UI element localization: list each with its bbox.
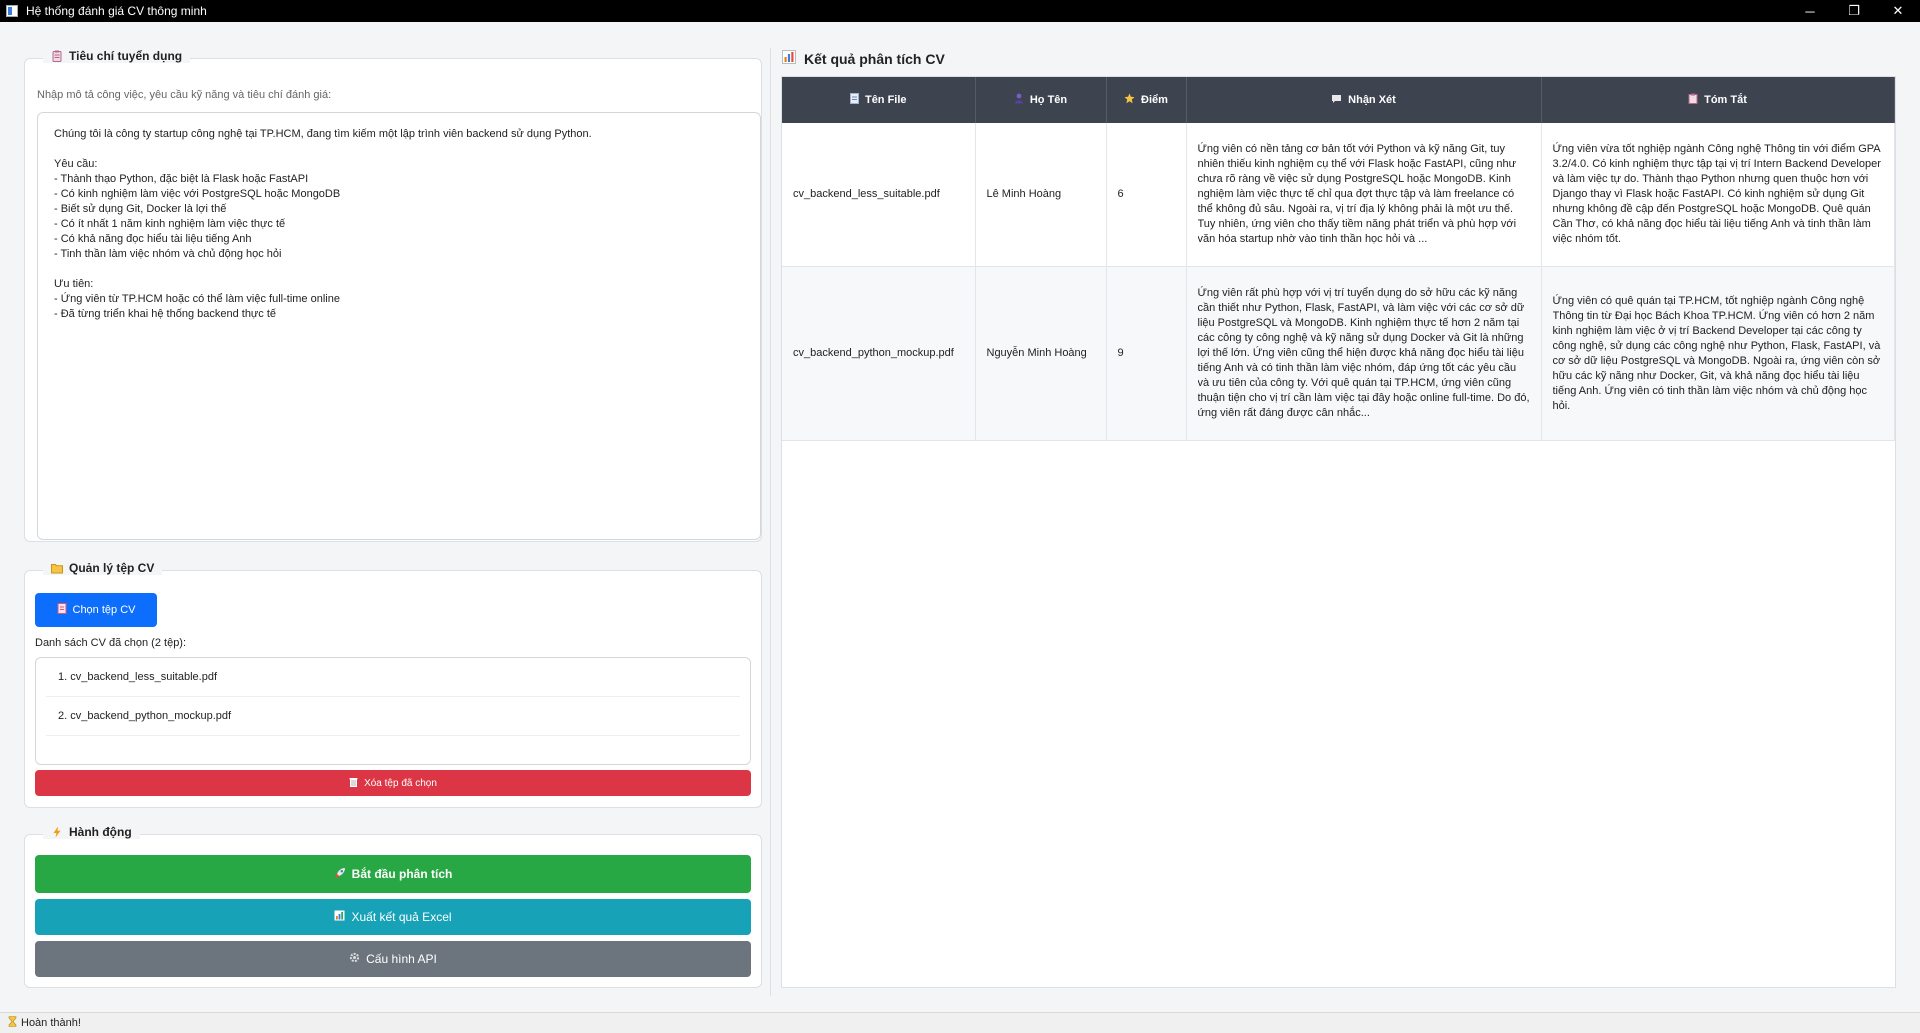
cell-name: Nguyễn Minh Hoàng	[975, 266, 1107, 441]
criteria-hint: Nhập mô tả công việc, yêu cầu kỹ năng và…	[37, 89, 332, 101]
document-icon	[849, 93, 859, 107]
results-title: Kết quả phân tích CV	[782, 50, 945, 67]
trash-icon	[349, 777, 358, 790]
column-header-name[interactable]: Họ Tên	[975, 77, 1107, 123]
file-list-label: Danh sách CV đã chọn (2 tệp):	[35, 637, 187, 649]
comment-text: Ứng viên có nền tảng cơ bản tốt với Pyth…	[1197, 143, 1517, 245]
column-header-label: Họ Tên	[1029, 94, 1068, 106]
column-header-label: Tên File	[864, 94, 907, 106]
panel-divider[interactable]	[770, 48, 771, 996]
star-icon	[1124, 93, 1135, 107]
column-header-comment[interactable]: Nhận Xét	[1186, 77, 1542, 123]
cell-summary: Ứng viên vừa tốt nghiệp ngành Công nghệ …	[1541, 123, 1895, 267]
spreadsheet-icon	[334, 910, 345, 924]
hourglass-icon	[8, 1016, 17, 1030]
criteria-textarea[interactable]: Chúng tôi là công ty startup công nghệ t…	[37, 112, 761, 540]
files-title-label: Quản lý tệp CV	[69, 561, 155, 575]
files-group-title: Quản lý tệp CV	[43, 561, 163, 575]
cell-score: 6	[1106, 123, 1187, 267]
results-table-panel[interactable]: Tên File Họ Tên Điểm Nhận Xét Tóm Tắt cv…	[781, 76, 1896, 988]
cell-file: cv_backend_python_mockup.pdf	[782, 266, 976, 441]
cell-comment: Ứng viên rất phù hợp với vị trí tuyển dụ…	[1186, 266, 1542, 441]
column-header-score[interactable]: Điểm	[1106, 77, 1187, 123]
speech-bubble-icon	[1331, 94, 1342, 107]
export-excel-label: Xuất kết quả Excel	[351, 910, 452, 924]
rocket-icon	[334, 867, 346, 882]
summary-text: Ứng viên có quê quán tại TP.HCM, tốt ngh…	[1552, 294, 1881, 412]
summary-text: Ứng viên vừa tốt nghiệp ngành Công nghệ …	[1552, 143, 1881, 245]
choose-cv-button[interactable]: Chọn tệp CV	[35, 593, 157, 627]
column-header-label: Nhận Xét	[1348, 94, 1396, 106]
clipboard-icon	[1688, 93, 1698, 107]
app-window-icon	[6, 5, 18, 17]
cell-file: cv_backend_less_suitable.pdf	[782, 123, 976, 267]
clipboard-icon	[51, 50, 63, 62]
start-analysis-button[interactable]: Bắt đầu phân tích	[35, 855, 751, 893]
choose-cv-label: Chọn tệp CV	[72, 604, 136, 616]
export-excel-button[interactable]: Xuất kết quả Excel	[35, 899, 751, 935]
api-config-button[interactable]: Cấu hình API	[35, 941, 751, 977]
cell-comment: Ứng viên có nền tảng cơ bản tốt với Pyth…	[1186, 123, 1542, 267]
criteria-group: Tiêu chí tuyển dụng Nhập mô tả công việc…	[24, 49, 762, 542]
cell-name: Lê Minh Hoàng	[975, 123, 1107, 267]
table-row[interactable]: cv_backend_python_mockup.pdf Nguyễn Minh…	[782, 266, 1895, 441]
bar-chart-icon	[782, 50, 796, 67]
column-header-summary[interactable]: Tóm Tắt	[1541, 77, 1895, 123]
minimize-button[interactable]: ─	[1788, 0, 1832, 22]
close-button[interactable]: ✕	[1876, 0, 1920, 22]
cell-summary: Ứng viên có quê quán tại TP.HCM, tốt ngh…	[1541, 266, 1895, 441]
table-header-row: Tên File Họ Tên Điểm Nhận Xét Tóm Tắt	[782, 77, 1895, 123]
status-bar: Hoàn thành!	[0, 1012, 1920, 1033]
column-header-label: Tóm Tắt	[1704, 94, 1747, 106]
file-list-item[interactable]: 1. cv_backend_less_suitable.pdf	[46, 658, 740, 697]
start-analysis-label: Bắt đầu phân tích	[351, 867, 453, 881]
delete-selected-button[interactable]: Xóa tệp đã chọn	[35, 770, 751, 796]
actions-title-label: Hành động	[69, 825, 132, 839]
title-bar: Hệ thống đánh giá CV thông minh ─ ❐ ✕	[0, 0, 1920, 22]
comment-text: Ứng viên rất phù hợp với vị trí tuyển dụ…	[1197, 287, 1530, 419]
table-row[interactable]: cv_backend_less_suitable.pdf Lê Minh Hoà…	[782, 123, 1895, 267]
folder-icon	[51, 562, 63, 574]
person-icon	[1014, 93, 1024, 107]
lightning-icon	[51, 826, 63, 838]
window-title: Hệ thống đánh giá CV thông minh	[26, 4, 207, 18]
status-text: Hoàn thành!	[21, 1017, 81, 1029]
file-list-item[interactable]: 2. cv_backend_python_mockup.pdf	[46, 697, 740, 736]
results-table: Tên File Họ Tên Điểm Nhận Xét Tóm Tắt cv…	[782, 77, 1895, 441]
restore-button[interactable]: ❐	[1832, 0, 1876, 22]
file-list[interactable]: 1. cv_backend_less_suitable.pdf 2. cv_ba…	[35, 657, 751, 765]
column-header-file[interactable]: Tên File	[782, 77, 976, 123]
column-header-label: Điểm	[1141, 94, 1168, 106]
files-group: Quản lý tệp CV Chọn tệp CV Danh sách CV …	[24, 561, 762, 808]
criteria-group-title: Tiêu chí tuyển dụng	[43, 49, 191, 63]
actions-group-title: Hành động	[43, 825, 140, 839]
criteria-title-label: Tiêu chí tuyển dụng	[69, 49, 183, 63]
gear-icon	[349, 952, 360, 966]
delete-selected-label: Xóa tệp đã chọn	[364, 777, 437, 789]
api-config-label: Cấu hình API	[366, 952, 437, 966]
results-title-label: Kết quả phân tích CV	[804, 50, 945, 67]
cell-score: 9	[1106, 266, 1187, 441]
actions-group: Hành động Bắt đầu phân tích Xuất kết quả…	[24, 825, 762, 988]
file-icon	[57, 603, 67, 617]
